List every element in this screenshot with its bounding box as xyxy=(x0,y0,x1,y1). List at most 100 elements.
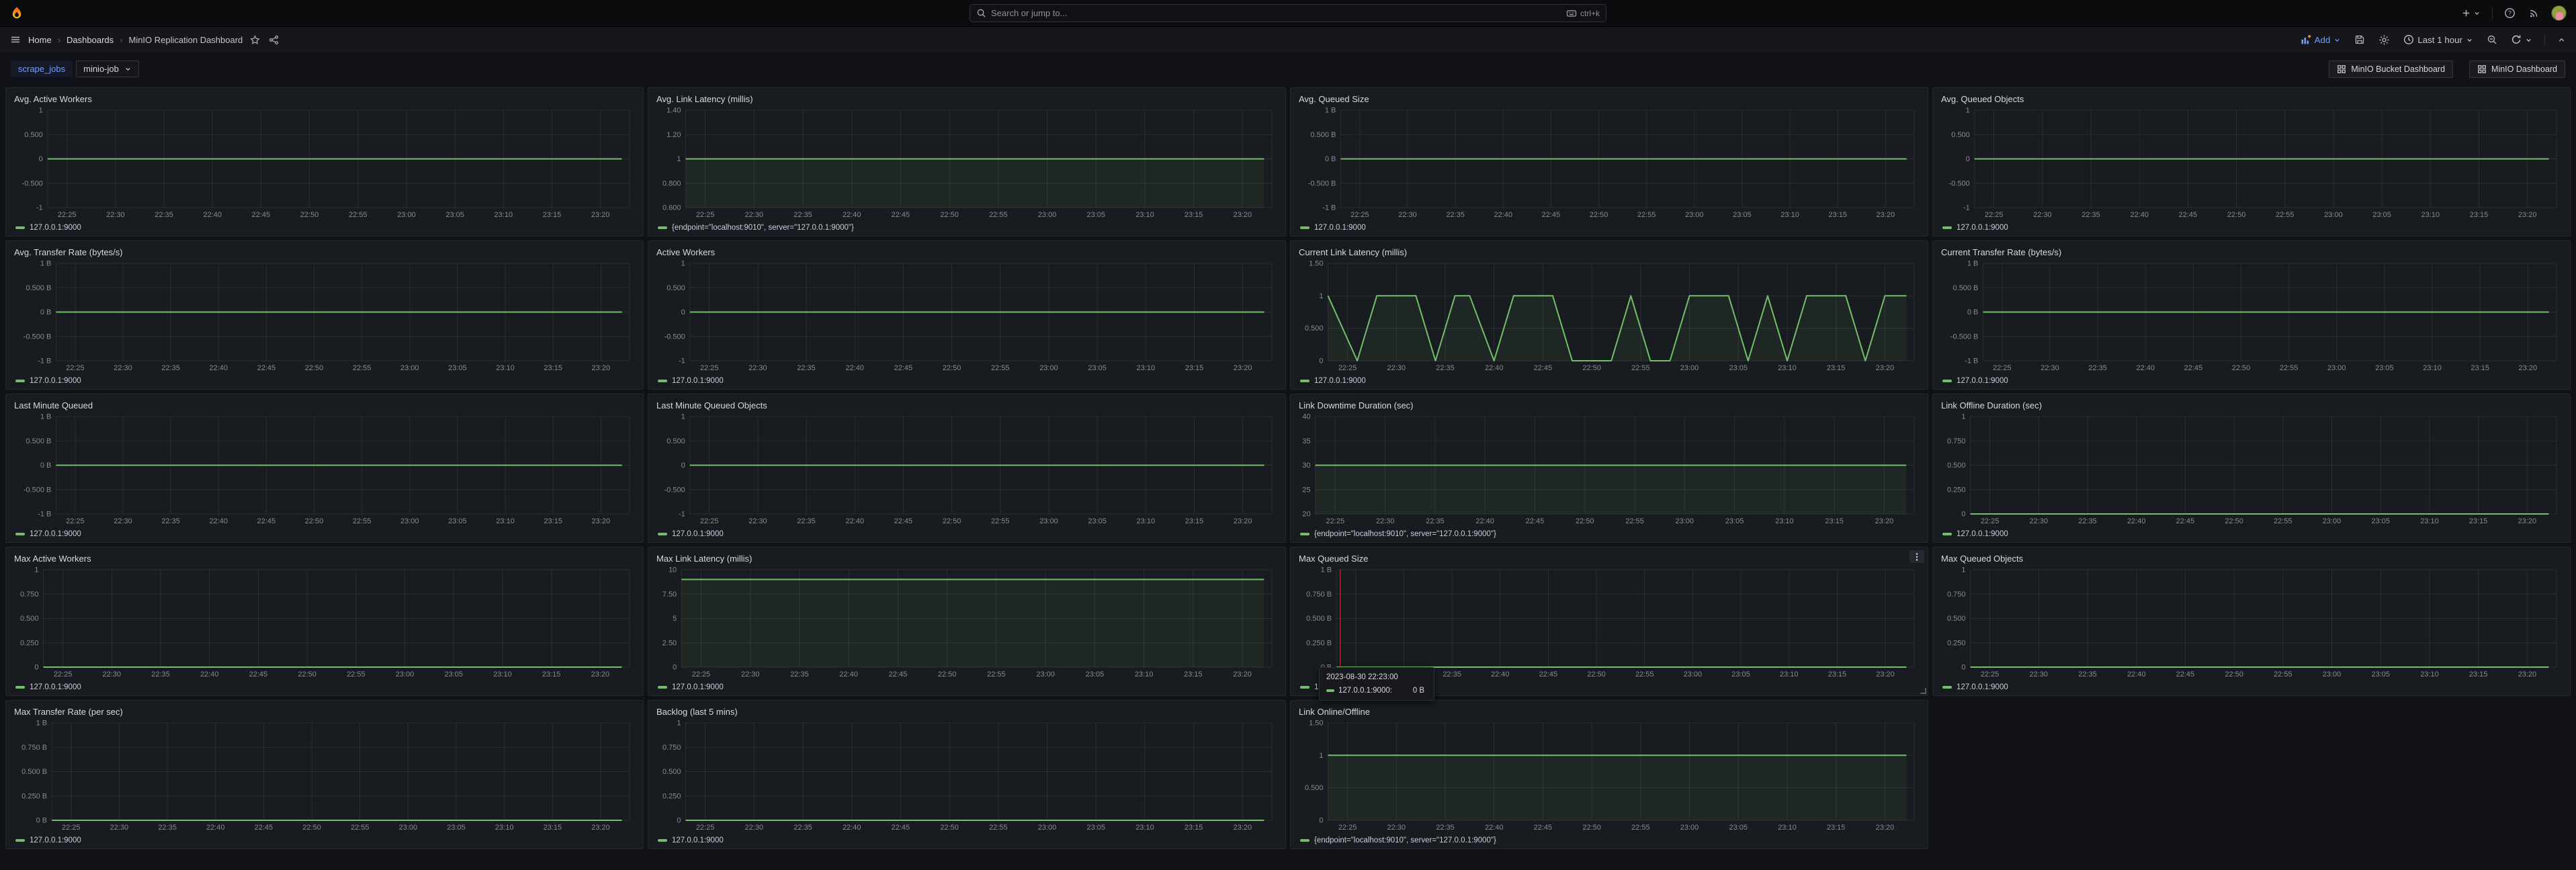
legend-item[interactable]: 127.0.0.1:9000 xyxy=(1940,681,2563,693)
global-search[interactable]: ctrl+k xyxy=(970,4,1606,22)
panel-title[interactable]: Avg. Active Workers xyxy=(13,94,92,104)
menu-toggle-button[interactable] xyxy=(9,33,22,46)
time-series-chart[interactable]: 1 B0.500 B0 B-0.500 B-1 B22:2522:3022:35… xyxy=(1940,259,2563,374)
legend-item[interactable]: 127.0.0.1:9000 xyxy=(13,681,636,693)
save-dashboard-button[interactable] xyxy=(2353,33,2366,46)
legend-item[interactable]: 127.0.0.1:9000 xyxy=(655,834,1279,846)
legend-item[interactable]: 127.0.0.1:9000 xyxy=(13,834,636,846)
svg-text:22:55: 22:55 xyxy=(989,824,1008,832)
panel-title[interactable]: Link Offline Duration (sec) xyxy=(1940,400,2042,410)
legend-item[interactable]: {endpoint="localhost:9010", server="127.… xyxy=(655,221,1279,234)
star-icon xyxy=(250,35,260,45)
legend-item[interactable]: 127.0.0.1:9000 xyxy=(1297,221,1921,234)
legend-item[interactable]: {endpoint="localhost:9010", server="127.… xyxy=(1297,834,1921,846)
svg-text:1: 1 xyxy=(1966,107,1970,115)
grafana-logo[interactable] xyxy=(9,6,24,21)
legend-item[interactable]: 127.0.0.1:9000 xyxy=(13,221,636,234)
panel-title[interactable]: Max Transfer Rate (per sec) xyxy=(13,707,123,717)
time-series-chart[interactable]: 1 B0.500 B0 B-0.500 B-1 B22:2522:3022:35… xyxy=(13,259,636,374)
breadcrumb-item[interactable]: Dashboards xyxy=(67,35,114,45)
svg-text:22:30: 22:30 xyxy=(2033,211,2052,219)
panel-title[interactable]: Current Transfer Rate (bytes/s) xyxy=(1940,247,2061,257)
add-panel-button[interactable]: Add xyxy=(2299,33,2343,46)
legend-item[interactable]: 127.0.0.1:9000 xyxy=(1940,527,2563,540)
panel-title[interactable]: Max Active Workers xyxy=(13,554,91,564)
panel-title[interactable]: Last Minute Queued Objects xyxy=(655,400,767,410)
svg-text:22:55: 22:55 xyxy=(2280,364,2299,372)
time-series-chart[interactable]: 10.5000-0.500-122:2522:3022:3522:4022:45… xyxy=(13,106,636,221)
time-series-chart[interactable]: 1 B0.750 B0.500 B0.250 B0 B22:2522:3022:… xyxy=(13,719,636,834)
time-series-chart[interactable]: 1.5010.500022:2522:3022:3522:4022:4522:5… xyxy=(1297,259,1921,374)
panel-title[interactable]: Max Link Latency (millis) xyxy=(655,554,752,564)
dashboard-link-button[interactable]: MinIO Dashboard xyxy=(2469,60,2565,78)
time-series-chart[interactable]: 107.5052.50022:2522:3022:3522:4022:4522:… xyxy=(655,566,1279,681)
panel-title[interactable]: Backlog (last 5 mins) xyxy=(655,707,738,717)
legend-item[interactable]: 127.0.0.1:9000 xyxy=(1940,221,2563,234)
panel-title[interactable]: Link Online/Offline xyxy=(1297,707,1370,717)
legend-item[interactable]: 127.0.0.1:9000 xyxy=(655,527,1279,540)
panel-title[interactable]: Max Queued Size xyxy=(1297,554,1368,564)
dashboard-settings-button[interactable] xyxy=(2377,33,2391,47)
panel-title[interactable]: Last Minute Queued xyxy=(13,400,93,410)
legend-item[interactable]: 127.0.0.1:9000 xyxy=(655,374,1279,387)
user-avatar[interactable] xyxy=(2551,5,2567,21)
time-series-chart[interactable]: 1.5010.500022:2522:3022:3522:4022:4522:5… xyxy=(1297,719,1921,834)
panel-title[interactable]: Avg. Transfer Rate (bytes/s) xyxy=(13,247,123,257)
svg-text:23:15: 23:15 xyxy=(544,824,562,832)
svg-text:22:45: 22:45 xyxy=(2179,211,2198,219)
svg-text:22:30: 22:30 xyxy=(748,364,767,372)
panel-title[interactable]: Max Queued Objects xyxy=(1940,554,2023,564)
share-dashboard-button[interactable] xyxy=(267,34,280,46)
time-series-chart[interactable]: 10.7500.5000.250022:2522:3022:3522:4022:… xyxy=(1940,566,2563,681)
panel-title[interactable]: Active Workers xyxy=(655,247,715,257)
legend-item[interactable]: 127.0.0.1:9000 xyxy=(1297,374,1921,387)
legend-item[interactable]: 127.0.0.1:9000 xyxy=(13,374,636,387)
panel-title[interactable]: Avg. Queued Objects xyxy=(1940,94,2024,104)
svg-text:23:15: 23:15 xyxy=(1184,670,1203,679)
svg-text:23:10: 23:10 xyxy=(1780,670,1799,679)
panel-title[interactable]: Current Link Latency (millis) xyxy=(1297,247,1407,257)
time-series-chart[interactable]: 10.5000-0.500-122:2522:3022:3522:4022:45… xyxy=(655,259,1279,374)
time-series-chart[interactable]: 10.7500.5000.250022:2522:3022:3522:4022:… xyxy=(655,719,1279,834)
time-series-chart[interactable]: 10.5000-0.500-122:2522:3022:3522:4022:45… xyxy=(655,412,1279,527)
svg-text:23:20: 23:20 xyxy=(2519,364,2538,372)
zoom-out-time-button[interactable] xyxy=(2485,33,2499,46)
svg-text:-1: -1 xyxy=(679,357,685,365)
time-series-chart[interactable]: 1.401.2010.8000.60022:2522:3022:3522:402… xyxy=(655,106,1279,221)
svg-text:22:50: 22:50 xyxy=(943,517,961,525)
time-series-chart[interactable]: 1 B0.500 B0 B-0.500 B-1 B22:2522:3022:35… xyxy=(1297,106,1921,221)
legend-item[interactable]: 127.0.0.1:9000 xyxy=(1940,374,2563,387)
svg-text:23:00: 23:00 xyxy=(397,211,416,219)
legend-item[interactable]: 127.0.0.1:9000 xyxy=(13,527,636,540)
svg-text:22:25: 22:25 xyxy=(1993,364,2012,372)
svg-text:1.50: 1.50 xyxy=(1309,260,1323,268)
panel-title[interactable]: Link Downtime Duration (sec) xyxy=(1297,400,1414,410)
refresh-button[interactable] xyxy=(2509,33,2534,46)
legend-item[interactable]: 127.0.0.1:9000 xyxy=(655,681,1279,693)
variable-value-dropdown[interactable]: minio-job xyxy=(76,60,139,77)
panel-title[interactable]: Avg. Link Latency (millis) xyxy=(655,94,753,104)
svg-text:22:45: 22:45 xyxy=(1534,824,1553,832)
dashboard-link-button[interactable]: MinIO Bucket Dashboard xyxy=(2329,60,2453,78)
new-button[interactable] xyxy=(2460,7,2482,19)
star-dashboard-button[interactable] xyxy=(249,34,261,46)
collapse-toolbar-button[interactable] xyxy=(2556,34,2567,46)
search-input[interactable] xyxy=(991,8,1561,18)
time-series-chart[interactable]: 10.5000-0.500-122:2522:3022:3522:4022:45… xyxy=(1940,106,2563,221)
news-button[interactable] xyxy=(2527,6,2541,20)
legend-item[interactable]: {endpoint="localhost:9010", server="127.… xyxy=(1297,527,1921,540)
svg-text:22:50: 22:50 xyxy=(1587,670,1606,679)
time-series-chart[interactable]: 10.7500.5000.250022:2522:3022:3522:4022:… xyxy=(1940,412,2563,527)
panel-resize-handle[interactable] xyxy=(1920,688,1926,694)
svg-text:23:00: 23:00 xyxy=(1685,211,1704,219)
time-series-chart[interactable]: 403530252022:2522:3022:3522:4022:4522:50… xyxy=(1297,412,1921,527)
panel-title[interactable]: Avg. Queued Size xyxy=(1297,94,1369,104)
svg-text:-0.500: -0.500 xyxy=(22,179,43,187)
breadcrumb-item[interactable]: Home xyxy=(28,35,52,45)
help-button[interactable]: ? xyxy=(2503,6,2517,20)
time-series-chart[interactable]: 1 B0.750 B0.500 B0.250 B0 B22:2522:3022:… xyxy=(1297,566,1921,681)
panel-menu-button[interactable] xyxy=(1909,550,1924,563)
time-range-picker[interactable]: Last 1 hour xyxy=(2402,33,2475,46)
time-series-chart[interactable]: 10.7500.5000.250022:2522:3022:3522:4022:… xyxy=(13,566,636,681)
time-series-chart[interactable]: 1 B0.500 B0 B-0.500 B-1 B22:2522:3022:35… xyxy=(13,412,636,527)
